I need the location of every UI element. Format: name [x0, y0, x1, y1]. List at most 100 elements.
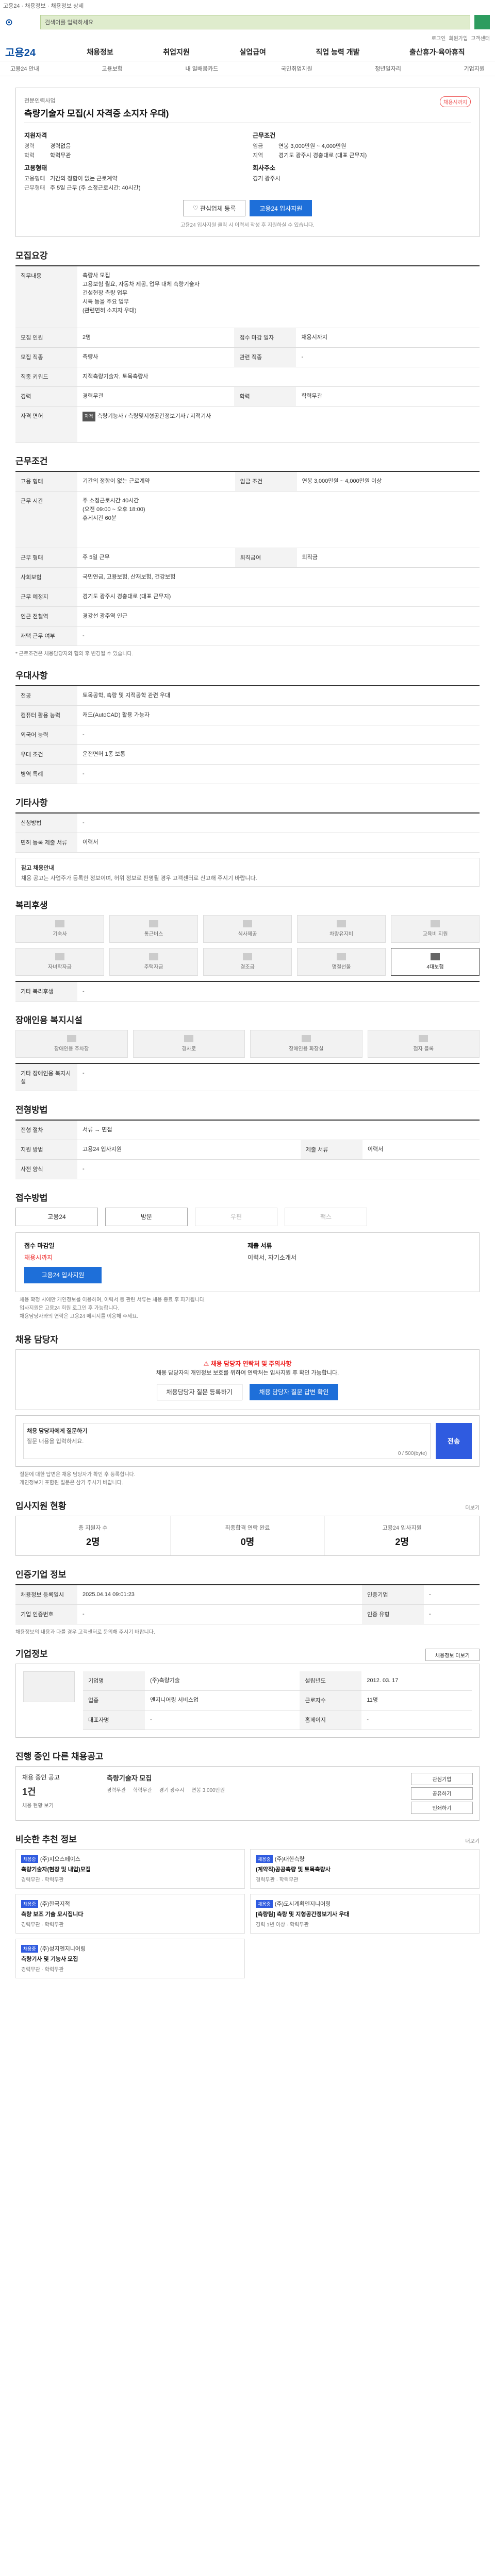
table-value: 엔지니어링 서비스업 [145, 1690, 300, 1710]
search-input[interactable]: 검색어를 입력하세요 [40, 15, 470, 29]
table-key: 병역 특례 [15, 764, 77, 784]
table-value: 캐드(AutoCAD) 활용 가능자 [77, 705, 480, 725]
table-value: (주)측량기술 [145, 1671, 300, 1691]
method-mail-button[interactable]: 우편 [195, 1207, 277, 1226]
lnb-item[interactable]: 고용24 안내 [10, 64, 39, 73]
table-value: 퇴직금 [296, 548, 480, 568]
stat-item: 최종합격 연락 완료 0명 [171, 1516, 325, 1555]
ongoing-title: 진행 중인 다른 채용공고 [15, 1751, 104, 1761]
dorm-icon [55, 920, 64, 927]
table-key: 모집 인원 [15, 328, 77, 348]
question-answer-button[interactable]: 채용 담당자 질문 답변 확인 [249, 1383, 339, 1400]
gnb-item-leave[interactable]: 출산휴가·육아휴직 [409, 47, 465, 57]
side-interest-button[interactable]: 관심기업 [411, 1772, 473, 1785]
util-help[interactable]: 고객센터 [471, 34, 490, 42]
gnb-item-training[interactable]: 직업 능력 개발 [316, 47, 359, 57]
table-row: 신청방법 - [15, 812, 480, 833]
stats-more-link[interactable]: 더보기 [465, 1503, 480, 1511]
meta-item: 경기 광주시 [159, 1787, 185, 1793]
table-value: - [77, 1159, 480, 1179]
question-box: 채용 담당자에게 질문하기 질문 내용을 입력하세요. 0 / 500(byte… [15, 1415, 480, 1467]
stat-item: 고용24 입사지원 2명 [325, 1516, 479, 1555]
table-key: 기업명 [83, 1671, 145, 1691]
company-more-button[interactable]: 채용정보 더보기 [425, 1649, 480, 1661]
table-value: 국민연금, 고용보험, 산재보험, 건강보험 [77, 567, 480, 587]
table-value: - [423, 1584, 480, 1605]
table-row: 기업 인증번호 - 인증 유형 - [15, 1604, 480, 1624]
site-logo[interactable]: ⊙ [5, 17, 36, 28]
warning-title-text: 채용 담당자 연락처 및 주의사항 [210, 1360, 292, 1367]
table-row: 근무 예정지 경기도 광주시 경충대로 (대표 근무지) [15, 587, 480, 607]
table-key: 인증기업 [361, 1584, 424, 1605]
apply-button[interactable]: 고용24 입사지원 [250, 200, 312, 216]
ongoing-job-name[interactable]: 측량기술자 모집 [107, 1773, 404, 1783]
interest-button[interactable]: ♡ 관심업체 등록 [183, 200, 246, 216]
method-online-button[interactable]: 고용24 [15, 1207, 98, 1226]
table-value: 지적측량기술자, 토목측량사 [77, 367, 480, 387]
card-title: 측량기사 및 기능사 모집 [21, 1956, 78, 1962]
similar-more-link[interactable]: 더보기 [465, 1837, 480, 1844]
job-card[interactable]: 채용중 (주)한국지적 측량 보조 기술 모시집니다 경력무관 · 학력무관 [15, 1893, 245, 1934]
welfare-item: 통근버스 [109, 914, 198, 943]
recruit-section: 모집요강 직무내용 측량사 모집 고용보험 월요, 자동차 제공, 업무 대체 측… [15, 248, 480, 443]
status-title: 인증기업 정보 [15, 1569, 67, 1580]
lnb-item[interactable]: 기업지원 [464, 64, 485, 73]
table-key: 재택 근무 여부 [15, 626, 77, 646]
employment-heading: 고용형태 [24, 164, 47, 172]
prefer-table: 전공 토목공학, 측량 및 지적공학 관련 우대 컴퓨터 활용 능력 캐드(Auto… [15, 685, 480, 784]
table-value: 자격 측량기능사 / 측량및지형공간정보기사 / 지적기사 [77, 406, 480, 443]
side-share-button[interactable]: 공유하기 [411, 1787, 473, 1800]
method-apply-button[interactable]: 고용24 입사지원 [24, 1266, 102, 1283]
job-card[interactable]: 채용중 (주)지오스페이스 측량기술자(현장 및 내업)모집 경력무관 · 학력무관 [15, 1849, 245, 1889]
notice-box: 참고 채용안내 채용 공고는 사업주가 등록한 정보이며, 허위 정보로 판명될… [15, 857, 480, 887]
card-title: 측량 보조 기술 모시집니다 [21, 1911, 84, 1918]
table-value: 연봉 3,000만원 ~ 4,000만원 이상 [296, 471, 480, 492]
job-card[interactable]: 채용중 (주)대한측량 (계약직)공공측량 및 토목측량사 경력무관 · 학력무관 [250, 1849, 480, 1889]
welfare-extra: 기타 복리후생 - [15, 980, 480, 1002]
gnb-item-jobs[interactable]: 채용정보 [87, 47, 113, 57]
status-badge: 채용중 [256, 1855, 273, 1863]
welfare-item: 명절선물 [297, 947, 386, 976]
question-send-button[interactable]: 전송 [436, 1422, 472, 1459]
util-login[interactable]: 로그인 [432, 34, 446, 42]
card-company: (주)대한측량 [274, 1856, 305, 1862]
conditions-note: * 근로조건은 채용담당자와 협의 후 변경될 수 있습니다. [15, 651, 134, 657]
question-textarea[interactable]: 채용 담당자에게 질문하기 질문 내용을 입력하세요. 0 / 500(byte… [23, 1422, 431, 1459]
documents-value: 이력서, 자기소개서 [248, 1253, 296, 1261]
search-button[interactable] [474, 15, 490, 29]
lnb-item[interactable]: 고용보험 [102, 64, 122, 73]
table-key: 인증 유형 [361, 1604, 424, 1624]
kv-value: 기간의 정함이 없는 근로계약 [50, 176, 118, 182]
facility-item: 점자 블록 [367, 1029, 480, 1058]
table-value: - [77, 1604, 362, 1624]
method-visit-button[interactable]: 방문 [105, 1207, 188, 1226]
ongoing-sub-link[interactable]: 채용 현황 보기 [22, 1801, 100, 1809]
brand-title[interactable]: 고용24 [5, 44, 62, 59]
welfare-label: 경조금 [240, 964, 255, 970]
scholarship-icon [55, 953, 64, 960]
card-company: (주)지오스페이스 [40, 1856, 81, 1862]
job-card[interactable]: 채용중 (주)성지엔지니어링 측량기사 및 기능사 모집 경력무관 · 학력무관 [15, 1938, 245, 1978]
stat-label: 총 지원자 수 [78, 1524, 108, 1531]
disabled-grid: 장애인용 주차장 경사로 장애인용 화장실 점자 블록 [15, 1029, 480, 1058]
status-badge: 채용중 [21, 1944, 38, 1953]
side-print-button[interactable]: 인쇄하기 [411, 1801, 473, 1814]
stat-label: 최종합격 연락 완료 [225, 1524, 270, 1531]
facility-label: 경사로 [182, 1046, 196, 1052]
job-card[interactable]: 채용중 (주)도시계획엔지니어링 [측량팀] 측량 및 지형공간정보기사 우대 경력 … [250, 1893, 480, 1934]
table-key: 우대 조건 [15, 744, 77, 765]
lnb-item[interactable]: 내 일배움카드 [186, 64, 219, 73]
table-row: 직무내용 측량사 모집 고용보험 월요, 자동차 제공, 업무 대체 측량기술자 … [15, 266, 480, 328]
method-fax-button[interactable]: 팩스 [285, 1207, 367, 1226]
table-key: 근무 시간 [15, 491, 77, 548]
bullet-item: 채용 확정 시에만 개인정보를 이용하며, 이력서 등 관련 서류는 채용 종료… [20, 1297, 206, 1303]
lnb-item[interactable]: 국민취업지원 [281, 64, 312, 73]
question-register-button[interactable]: 채용담당자 질문 등록하기 [156, 1383, 242, 1400]
table-key: 관련 직종 [234, 347, 296, 367]
lnb-item[interactable]: 청년일자리 [375, 64, 401, 73]
util-join[interactable]: 회원가입 [449, 34, 468, 42]
welfare-label: 기숙사 [53, 931, 67, 937]
gnb-item-support[interactable]: 취업지원 [163, 47, 190, 57]
gnb-item-unemployment[interactable]: 실업급여 [239, 47, 266, 57]
company-box: 기업명 (주)측량기술 설립년도 2012. 03. 17 업종 엔지니어링 서비스업 근… [15, 1663, 480, 1738]
